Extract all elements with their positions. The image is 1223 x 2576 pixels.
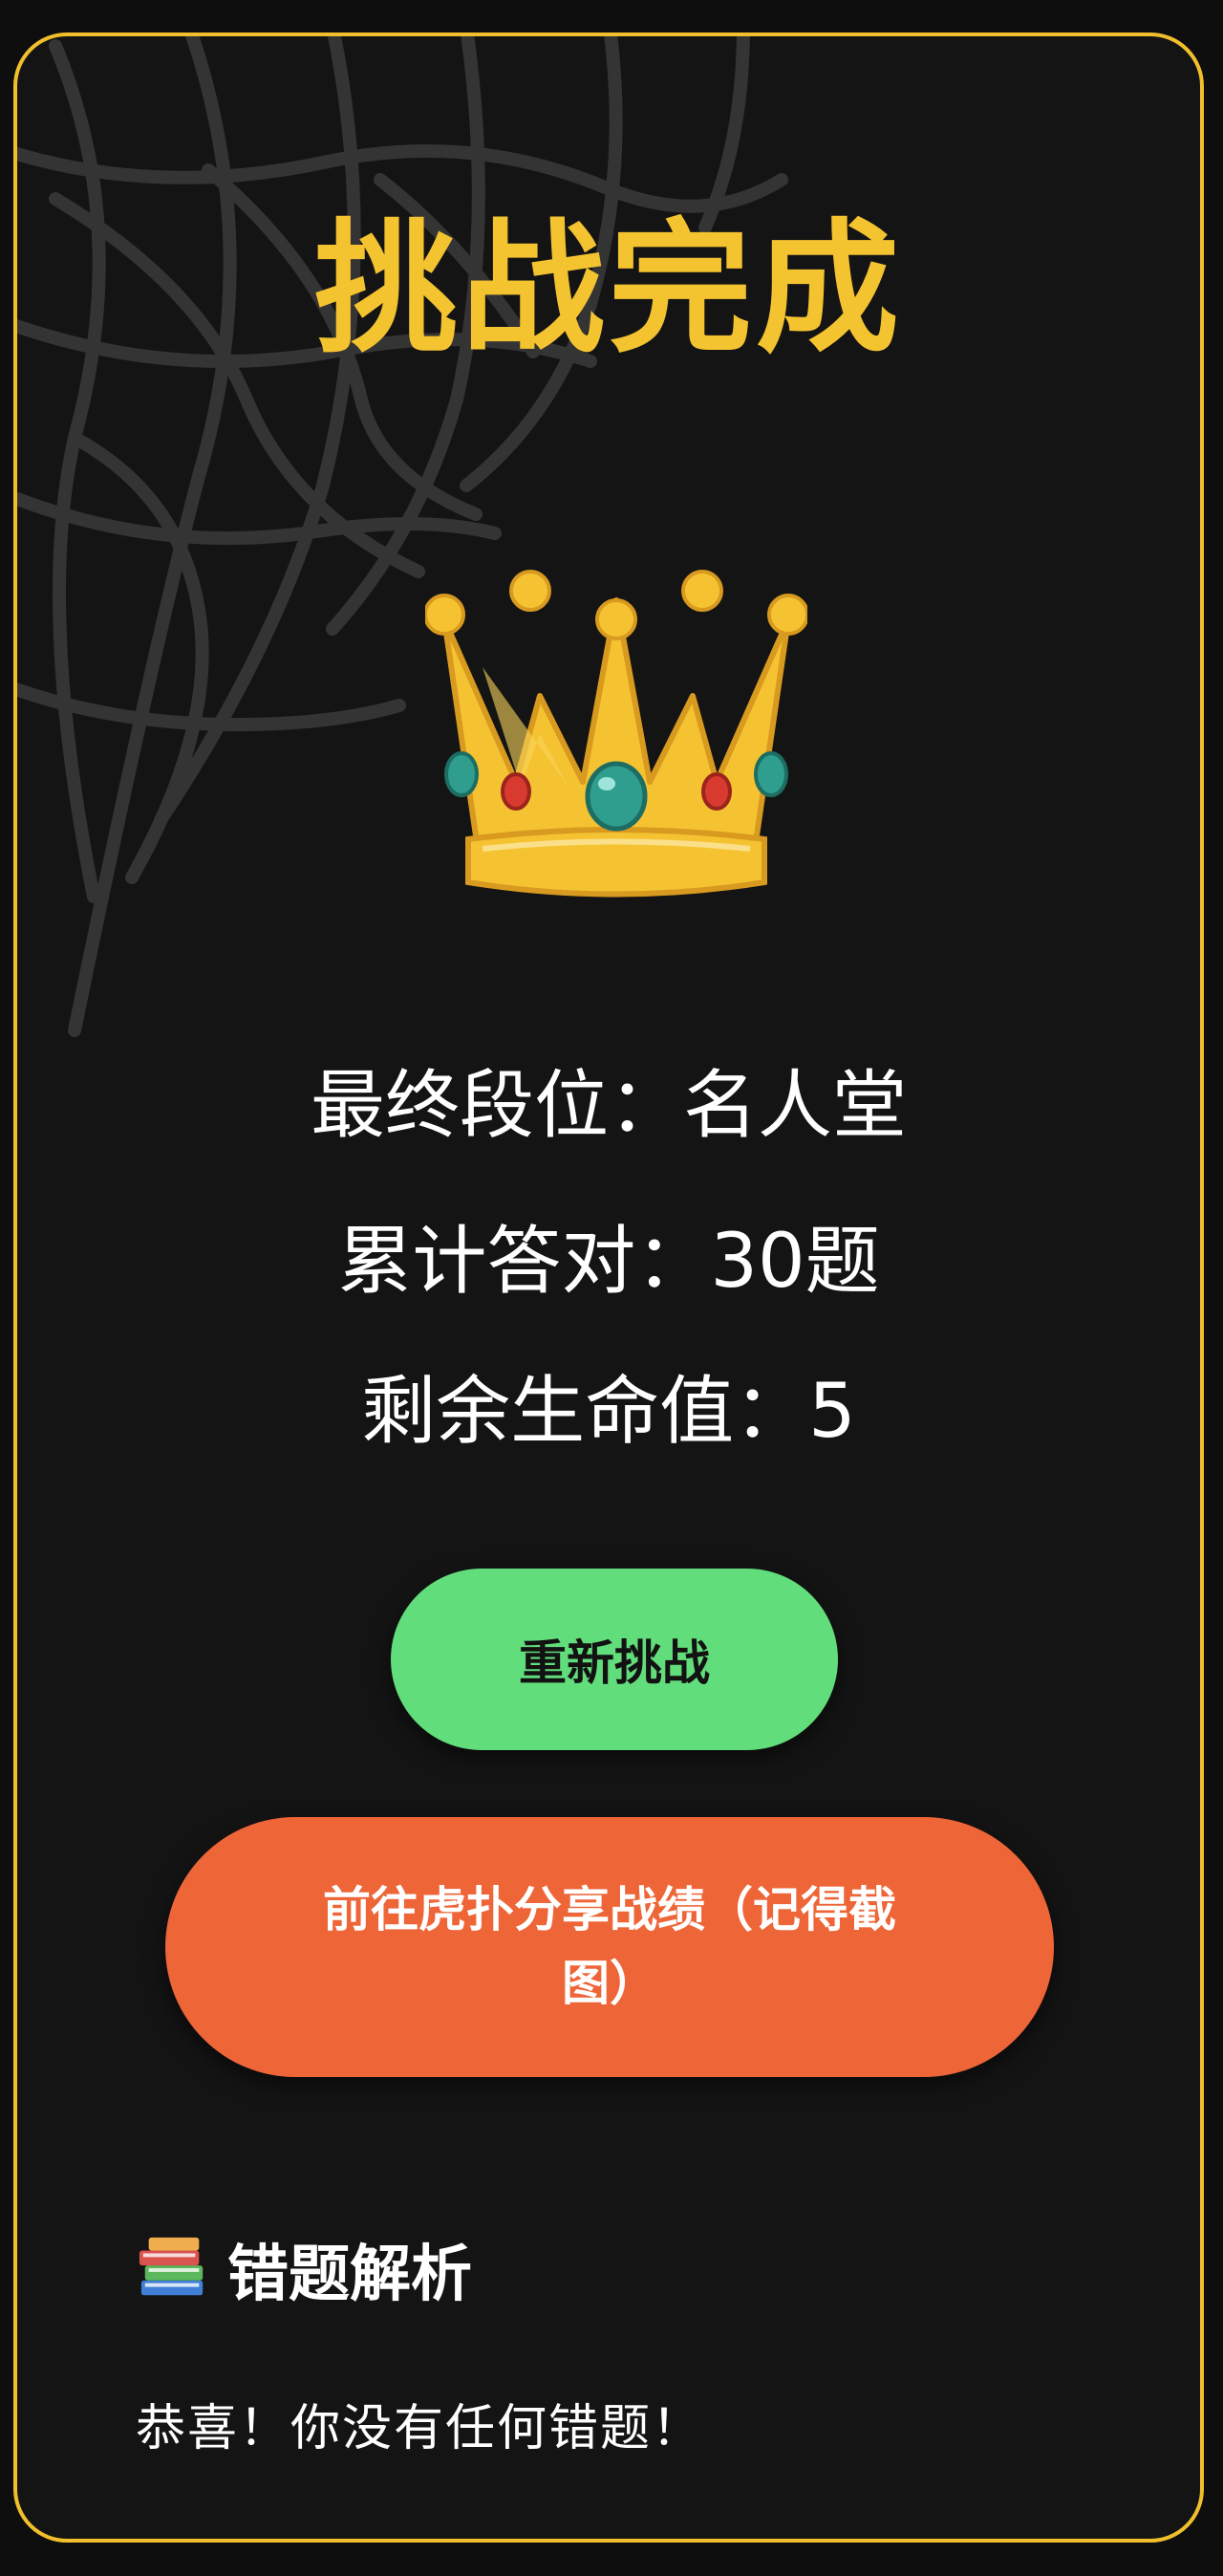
crown-icon [425, 570, 807, 898]
wrong-answers-header: 错题解析 [136, 2225, 472, 2313]
share-to-hupu-button[interactable]: 前往虎扑分享战绩（记得截图） [165, 1817, 1054, 2077]
wrong-answers-message: 恭喜！你没有任何错题！ [136, 2400, 704, 2457]
correct-count-text: 累计答对：30题 [337, 1219, 880, 1305]
remaining-lives-text: 剩余生命值：5 [361, 1369, 856, 1455]
page-title: 挑战完成 [313, 206, 903, 373]
final-rank-text: 最终段位：名人堂 [310, 1063, 907, 1149]
retry-button[interactable]: 重新挑战 [391, 1569, 838, 1750]
result-card: 挑战完成 最终段位：名人堂 累计答对：30题 剩余生命值：5 重新挑战 前往虎扑… [13, 32, 1204, 2543]
books-icon [139, 2237, 204, 2296]
wrong-answers-title: 错题解析 [227, 2240, 472, 2310]
